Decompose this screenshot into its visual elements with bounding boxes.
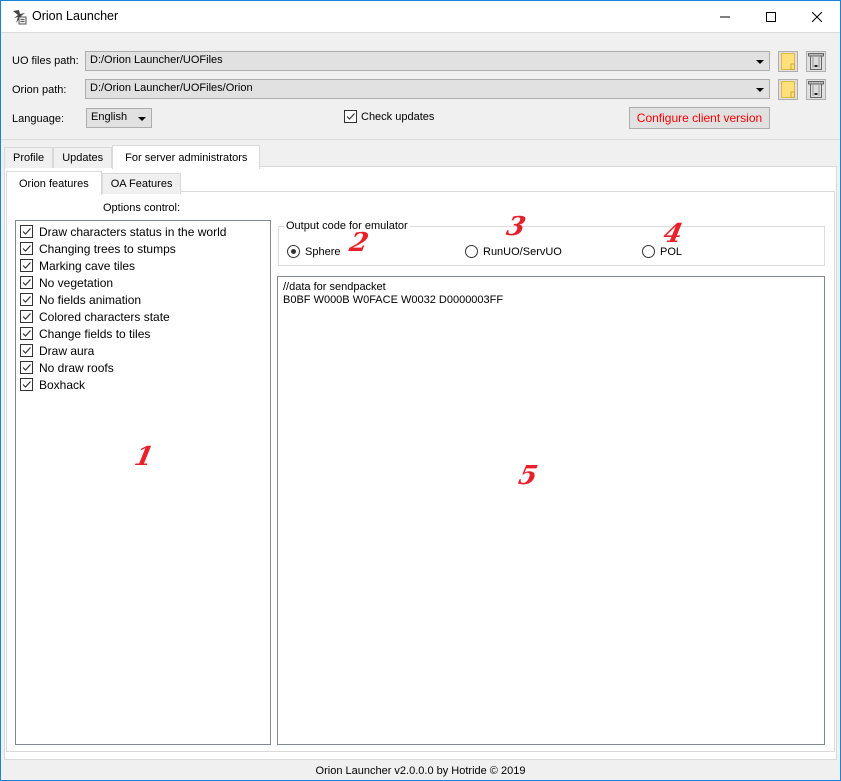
- tab-oa-features[interactable]: OA Features: [101, 173, 182, 194]
- close-icon: [812, 11, 822, 22]
- launcher-window: Orion Launcher UO files path: D:/Orion L…: [0, 0, 841, 781]
- browse-uo-files-button[interactable]: [778, 51, 798, 72]
- status-text: Orion Launcher v2.0.0.0 by Hotride © 201…: [315, 765, 526, 777]
- option-colored-characters-state[interactable]: Colored characters state: [20, 308, 266, 325]
- uo-files-path-label: UO files path:: [12, 55, 79, 67]
- tab-profile[interactable]: Profile: [4, 147, 54, 168]
- main-tabs: Profile Updates For server administrator…: [4, 145, 261, 169]
- radio-runuo-servuo[interactable]: RunUO/ServUO: [465, 245, 562, 258]
- check-updates-checkbox[interactable]: Check updates: [344, 110, 434, 123]
- checkmark-icon: [22, 381, 31, 388]
- trash-icon: [808, 53, 824, 70]
- options-list[interactable]: Draw characters status in the world Chan…: [15, 220, 271, 745]
- radio-unselected-icon: [465, 245, 478, 258]
- maximize-button[interactable]: [748, 1, 794, 32]
- radio-unselected-icon: [642, 245, 655, 258]
- checkbox-box: [20, 225, 33, 238]
- checkbox-box: [20, 327, 33, 340]
- checkbox-box: [20, 310, 33, 323]
- option-label: Marking cave tiles: [39, 258, 136, 273]
- option-marking-cave-tiles[interactable]: Marking cave tiles: [20, 257, 266, 274]
- orion-path-value: D:/Orion Launcher/UOFiles/Orion: [90, 82, 253, 94]
- chevron-down-icon: [756, 60, 764, 64]
- folder-icon: [781, 81, 795, 98]
- checkmark-icon: [22, 347, 31, 354]
- option-change-fields-to-tiles[interactable]: Change fields to tiles: [20, 325, 266, 342]
- checkmark-icon: [22, 313, 31, 320]
- checkbox-box: [20, 276, 33, 289]
- close-button[interactable]: [794, 1, 840, 32]
- option-boxhack[interactable]: Boxhack: [20, 376, 266, 393]
- orion-path-combo[interactable]: D:/Orion Launcher/UOFiles/Orion: [85, 79, 770, 99]
- checkbox-box: [20, 259, 33, 272]
- clear-uo-files-button[interactable]: [806, 51, 826, 72]
- language-value: English: [91, 111, 128, 123]
- uo-files-path-value: D:/Orion Launcher/UOFiles: [90, 54, 223, 66]
- option-draw-characters-status[interactable]: Draw characters status in the world: [20, 223, 266, 240]
- option-label: Boxhack: [39, 377, 86, 392]
- checkbox-box: [20, 344, 33, 357]
- minimize-icon: [720, 16, 730, 17]
- option-no-vegetation[interactable]: No vegetation: [20, 274, 266, 291]
- checkbox-box: [344, 110, 357, 123]
- option-label: No vegetation: [39, 275, 114, 290]
- app-icon: [11, 9, 27, 25]
- option-label: Change fields to tiles: [39, 326, 151, 341]
- checkmark-icon: [22, 296, 31, 303]
- checkbox-box: [20, 242, 33, 255]
- code-line: //data for sendpacket: [283, 281, 386, 293]
- radio-selected-icon: [287, 245, 300, 258]
- radio-label: Sphere: [305, 245, 341, 258]
- code-line: B0BF W000B W0FACE W0032 D0000003FF: [283, 294, 504, 306]
- checkmark-icon: [22, 330, 31, 337]
- minimize-button[interactable]: [702, 1, 748, 32]
- checkmark-icon: [346, 113, 355, 120]
- output-code-textarea[interactable]: //data for sendpacket B0BF W000B W0FACE W…: [277, 276, 825, 745]
- checkbox-box: [20, 378, 33, 391]
- configure-client-version-button[interactable]: Configure client version: [629, 107, 770, 129]
- checkmark-icon: [22, 279, 31, 286]
- chevron-down-icon: [138, 117, 146, 121]
- option-label: No fields animation: [39, 292, 142, 307]
- option-draw-aura[interactable]: Draw aura: [20, 342, 266, 359]
- radio-label: RunUO/ServUO: [483, 245, 562, 258]
- language-label: Language:: [12, 113, 64, 125]
- browse-orion-button[interactable]: [778, 79, 798, 100]
- title-bar: Orion Launcher: [1, 1, 840, 32]
- status-bar: Orion Launcher v2.0.0.0 by Hotride © 201…: [1, 761, 840, 781]
- radio-sphere[interactable]: Sphere: [287, 245, 340, 258]
- tab-for-server-administrators[interactable]: For server administrators: [112, 145, 261, 169]
- option-label: Colored characters state: [39, 309, 170, 324]
- option-label: Draw aura: [39, 343, 95, 358]
- chevron-down-icon: [756, 88, 764, 92]
- option-label: No draw roofs: [39, 360, 114, 375]
- trash-icon: [808, 81, 824, 98]
- checkbox-box: [20, 293, 33, 306]
- option-label: Draw characters status in the world: [39, 224, 227, 239]
- option-label: Changing trees to stumps: [39, 241, 176, 256]
- tab-updates[interactable]: Updates: [53, 147, 113, 168]
- uo-files-path-combo[interactable]: D:/Orion Launcher/UOFiles: [85, 51, 770, 71]
- options-control-title: Options control:: [103, 202, 181, 214]
- folder-icon: [781, 53, 795, 70]
- tab-orion-features[interactable]: Orion features: [6, 171, 102, 195]
- checkmark-icon: [22, 245, 31, 252]
- checkmark-icon: [22, 262, 31, 269]
- orion-path-label: Orion path:: [12, 84, 67, 96]
- checkbox-box: [20, 361, 33, 374]
- checkmark-icon: [22, 228, 31, 235]
- option-no-fields-animation[interactable]: No fields animation: [20, 291, 266, 308]
- option-changing-trees-to-stumps[interactable]: Changing trees to stumps: [20, 240, 266, 257]
- check-updates-label: Check updates: [361, 110, 435, 123]
- option-no-draw-roofs[interactable]: No draw roofs: [20, 359, 266, 376]
- checkmark-icon: [22, 364, 31, 371]
- language-select[interactable]: English: [86, 108, 152, 128]
- window-title: Orion Launcher: [32, 9, 119, 23]
- sub-tabs: Orion features OA Features: [6, 171, 182, 195]
- maximize-icon: [766, 11, 776, 22]
- emulator-group-title: Output code for emulator: [284, 220, 410, 232]
- clear-orion-button[interactable]: [806, 79, 826, 100]
